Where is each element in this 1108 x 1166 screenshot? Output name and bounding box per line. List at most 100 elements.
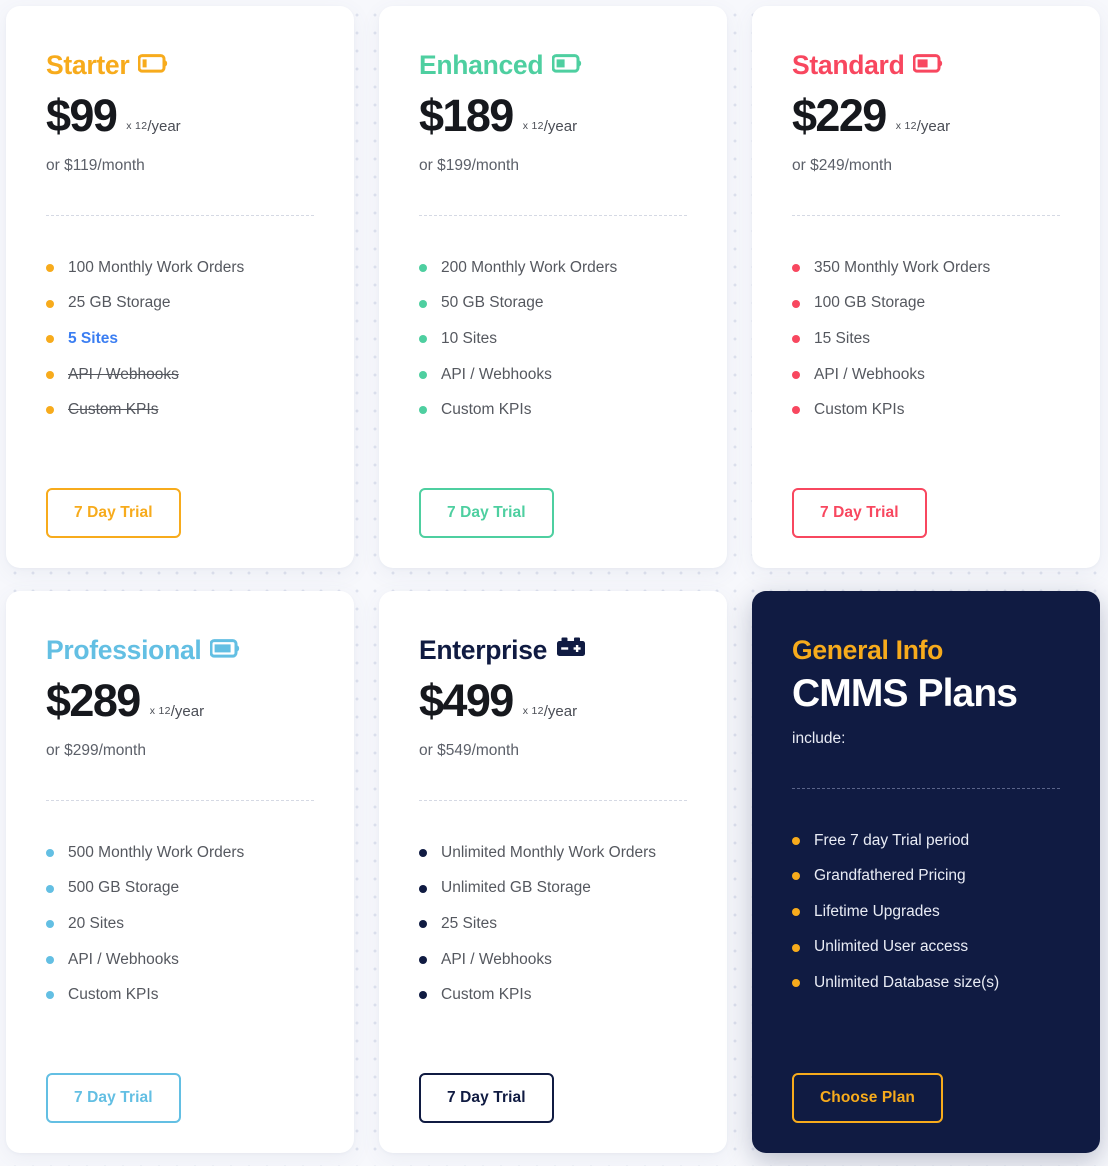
- feature-bullet-icon: [419, 884, 427, 893]
- feature-label: Lifetime Upgrades: [814, 902, 940, 920]
- feature-label: Custom KPIs: [68, 986, 159, 1004]
- feature-item: 25 GB Storage: [46, 286, 314, 322]
- plan-name: Professional: [46, 635, 202, 665]
- trial-button[interactable]: 7 Day Trial: [46, 1073, 181, 1123]
- feature-bullet-icon: [419, 335, 427, 344]
- feature-list: 100 Monthly Work Orders 25 GB Storage 5 Si…: [46, 250, 314, 428]
- feature-bullet-icon: [419, 920, 427, 929]
- feature-label[interactable]: 5 Sites: [68, 330, 118, 349]
- feature-label: Custom KPIs: [441, 986, 532, 1004]
- feature-item[interactable]: 5 Sites: [46, 321, 314, 357]
- plan-name: Enterprise: [419, 635, 548, 665]
- feature-bullet-icon: [46, 406, 54, 415]
- plan-price: $189: [419, 90, 514, 141]
- general-info-card: General Info CMMS Plans include: Free 7 …: [752, 591, 1100, 1153]
- price-term: /year: [543, 118, 578, 135]
- feature-bullet-icon: [46, 849, 54, 858]
- feature-item: 20 Sites: [46, 906, 314, 942]
- battery-low-icon: [551, 53, 582, 78]
- plan-header: Standard: [792, 50, 1060, 81]
- price-term: /year: [147, 118, 181, 135]
- feature-bullet-icon: [792, 335, 800, 344]
- feature-bullet-icon: [419, 264, 427, 273]
- feature-item: 350 Monthly Work Orders: [792, 250, 1060, 286]
- price-period: x 12/year: [523, 703, 577, 720]
- trial-button[interactable]: 7 Day Trial: [419, 488, 554, 538]
- feature-bullet-icon: [792, 943, 800, 952]
- trial-button[interactable]: 7 Day Trial: [792, 488, 927, 538]
- feature-bullet-icon: [419, 991, 427, 1000]
- plan-card-enterprise: Enterprise $499 x 12/year or $549/month …: [379, 591, 727, 1153]
- feature-label: 50 GB Storage: [441, 294, 544, 312]
- feature-item: API / Webhooks: [419, 357, 687, 393]
- price-period: x 12/year: [126, 118, 180, 135]
- feature-item: Custom KPIs: [46, 978, 314, 1014]
- plan-header: Professional: [46, 635, 314, 666]
- price-multiplier: x 12: [522, 120, 544, 132]
- monthly-price: or $299/month: [46, 742, 146, 760]
- monthly-price: or $249/month: [792, 157, 892, 175]
- feature-item: Custom KPIs: [419, 978, 687, 1014]
- feature-item: Custom KPIs: [46, 393, 314, 429]
- plan-header: Enhanced: [419, 50, 687, 81]
- general-info-feature-list: Free 7 day Trial period Grandfathered Pri…: [792, 823, 1060, 1001]
- feature-bullet-icon: [46, 370, 54, 379]
- feature-label: Unlimited Database size(s): [814, 973, 1000, 991]
- divider: [419, 215, 687, 217]
- feature-bullet-icon: [792, 979, 800, 988]
- feature-item: 500 Monthly Work Orders: [46, 835, 314, 871]
- feature-bullet-icon: [46, 264, 54, 273]
- battery-quarter-icon: [137, 53, 168, 78]
- feature-item: 200 Monthly Work Orders: [419, 250, 687, 286]
- feature-item: API / Webhooks: [419, 942, 687, 978]
- feature-bullet-icon: [46, 920, 54, 929]
- feature-item: 500 GB Storage: [46, 871, 314, 907]
- price-multiplier: x 12: [126, 120, 148, 132]
- feature-label: Unlimited User access: [814, 938, 969, 956]
- battery-half-icon: [912, 53, 943, 78]
- feature-bullet-icon: [419, 849, 427, 858]
- price-term: /year: [170, 703, 205, 720]
- battery-high-icon: [209, 638, 240, 663]
- feature-label: 10 Sites: [441, 329, 498, 347]
- pricing-grid: Starter $99 x 12/year or $119/month 100 …: [0, 0, 1108, 1153]
- plan-name: Enhanced: [419, 50, 544, 80]
- feature-bullet-icon: [46, 955, 54, 964]
- plan-card-professional: Professional $289 x 12/year or $299/mont…: [6, 591, 354, 1153]
- feature-bullet-icon: [792, 299, 800, 308]
- feature-item: Unlimited User access: [792, 930, 1060, 966]
- feature-label: API / Webhooks: [814, 365, 925, 383]
- feature-label: Grandfathered Pricing: [814, 867, 966, 885]
- price-period: x 12/year: [523, 118, 577, 135]
- divider: [46, 800, 314, 802]
- feature-item: 15 Sites: [792, 321, 1060, 357]
- feature-item: 100 Monthly Work Orders: [46, 250, 314, 286]
- price-multiplier: x 12: [522, 705, 544, 717]
- feature-label: 100 GB Storage: [814, 294, 926, 312]
- feature-label: 20 Sites: [68, 914, 125, 932]
- feature-label: API / Webhooks: [68, 950, 179, 968]
- feature-item: Unlimited GB Storage: [419, 871, 687, 907]
- feature-item: API / Webhooks: [792, 357, 1060, 393]
- feature-label: 100 Monthly Work Orders: [68, 258, 245, 276]
- feature-bullet-icon: [419, 370, 427, 379]
- feature-item: API / Webhooks: [46, 357, 314, 393]
- trial-button[interactable]: 7 Day Trial: [46, 488, 181, 538]
- feature-item: Unlimited Monthly Work Orders: [419, 835, 687, 871]
- price-row: $229 x 12/year: [792, 90, 1060, 141]
- feature-bullet-icon: [46, 884, 54, 893]
- feature-label: Custom KPIs: [814, 401, 905, 419]
- trial-button[interactable]: 7 Day Trial: [419, 1073, 554, 1123]
- feature-bullet-icon: [792, 872, 800, 881]
- feature-item: Lifetime Upgrades: [792, 894, 1060, 930]
- plan-price: $229: [792, 90, 887, 141]
- plan-header: Starter: [46, 50, 314, 81]
- feature-list: Unlimited Monthly Work Orders Unlimited G…: [419, 835, 687, 1013]
- price-row: $499 x 12/year: [419, 677, 687, 725]
- general-info-subtitle: include:: [792, 730, 846, 747]
- choose-plan-button[interactable]: Choose Plan: [792, 1073, 943, 1123]
- feature-bullet-icon: [792, 264, 800, 273]
- general-info-title: CMMS Plans: [792, 672, 1018, 715]
- plan-header: Enterprise: [419, 635, 687, 666]
- monthly-price: or $199/month: [419, 157, 519, 175]
